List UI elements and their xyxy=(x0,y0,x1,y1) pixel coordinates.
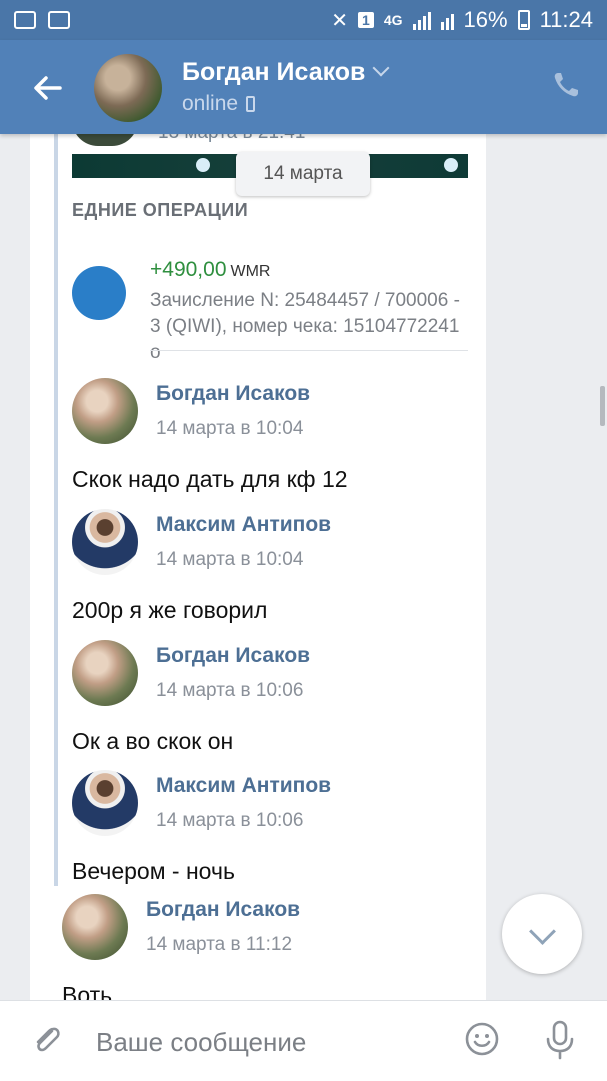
online-status: online xyxy=(182,92,256,116)
chevron-down-icon xyxy=(372,59,390,77)
message-item[interactable]: Максим Антипов 14 марта в 10:04 200р я ж… xyxy=(72,509,472,629)
avatar[interactable] xyxy=(72,640,138,706)
microphone-icon[interactable] xyxy=(540,1019,580,1061)
scrollbar[interactable] xyxy=(600,386,605,426)
author-name[interactable]: Богдан Исаков xyxy=(146,898,300,922)
paperclip-icon[interactable] xyxy=(30,1023,64,1057)
message-time: 14 марта в 10:06 xyxy=(156,680,304,701)
gallery-icon xyxy=(14,11,36,29)
chat-title[interactable]: Богдан Исаков xyxy=(182,58,390,87)
amount-currency: WMR xyxy=(230,263,271,280)
date-separator: 14 марта xyxy=(236,152,370,196)
avatar[interactable] xyxy=(62,894,128,960)
message-time: 14 марта в 10:06 xyxy=(156,810,304,831)
battery-icon xyxy=(517,10,530,30)
mobile-icon xyxy=(246,96,256,112)
message-time: 14 марта в 10:04 xyxy=(156,549,304,570)
amount-value: +490,00 xyxy=(150,258,227,281)
operation-icon xyxy=(72,266,126,320)
signal-icon xyxy=(412,10,431,30)
author-name[interactable]: Богдан Исаков xyxy=(156,644,310,668)
message-time: 14 марта в 10:04 xyxy=(156,418,304,439)
clock: 11:24 xyxy=(539,7,593,32)
battery-percent: 16% xyxy=(463,7,508,32)
message-item[interactable]: Богдан Исаков 14 марта в 11:12 Воть xyxy=(62,894,462,1000)
twitch-icon xyxy=(48,11,70,29)
message-item[interactable]: Богдан Исаков 14 марта в 10:04 Скок надо… xyxy=(72,378,472,498)
message-time: 14 марта в 11:12 xyxy=(146,934,293,955)
divider xyxy=(150,350,468,351)
network-type: 4G xyxy=(383,12,403,28)
avatar[interactable] xyxy=(72,378,138,444)
operation-amount: +490,00 WMR xyxy=(150,258,270,282)
message-item[interactable]: Богдан Исаков 14 марта в 10:06 Ок а во с… xyxy=(72,640,472,760)
message-composer xyxy=(0,1000,607,1081)
author-name[interactable]: Максим Антипов xyxy=(156,774,331,798)
avatar[interactable] xyxy=(94,54,162,122)
message-text: Воть xyxy=(62,982,113,1000)
signal-icon-2 xyxy=(440,10,454,30)
mute-icon: ✕ xyxy=(331,9,349,32)
avatar[interactable] xyxy=(72,509,138,575)
chat-title-text: Богдан Исаков xyxy=(182,58,366,86)
message-list[interactable]: 13 марта в 21:41 ЕДНИЕ ОПЕРАЦИИ +490,00W… xyxy=(30,134,486,1000)
smile-icon[interactable] xyxy=(464,1021,500,1057)
status-bar: ✕ 1 4G 16% 11:24 xyxy=(0,0,607,40)
message-text: 200р я же говорил xyxy=(72,597,268,623)
chat-header: Богдан Исаков online xyxy=(0,40,607,134)
forward-line xyxy=(54,134,58,886)
scroll-down-button[interactable] xyxy=(502,894,582,974)
sim-indicator: 1 xyxy=(358,12,374,28)
notification-icons xyxy=(0,11,70,29)
message-item[interactable]: Максим Антипов 14 марта в 10:06 Вечером … xyxy=(72,770,472,890)
operation-description: Зачисление N: 25484457 / 700006 - 3 (QIW… xyxy=(150,290,460,363)
message-text: Вечером - ночь xyxy=(72,858,235,884)
online-status-text: online xyxy=(182,92,239,115)
author-name[interactable]: Богдан Исаков xyxy=(156,382,310,406)
back-arrow-icon[interactable] xyxy=(30,70,66,106)
phone-call-icon[interactable] xyxy=(551,70,581,100)
message-text: Скок надо дать для кф 12 xyxy=(72,466,348,492)
message-input[interactable] xyxy=(96,1025,436,1059)
message-text: Ок а во скок он xyxy=(72,728,234,754)
system-indicators: ✕ 1 4G 16% 11:24 xyxy=(331,7,607,33)
avatar[interactable] xyxy=(72,770,138,836)
author-name[interactable]: Максим Антипов xyxy=(156,513,331,537)
